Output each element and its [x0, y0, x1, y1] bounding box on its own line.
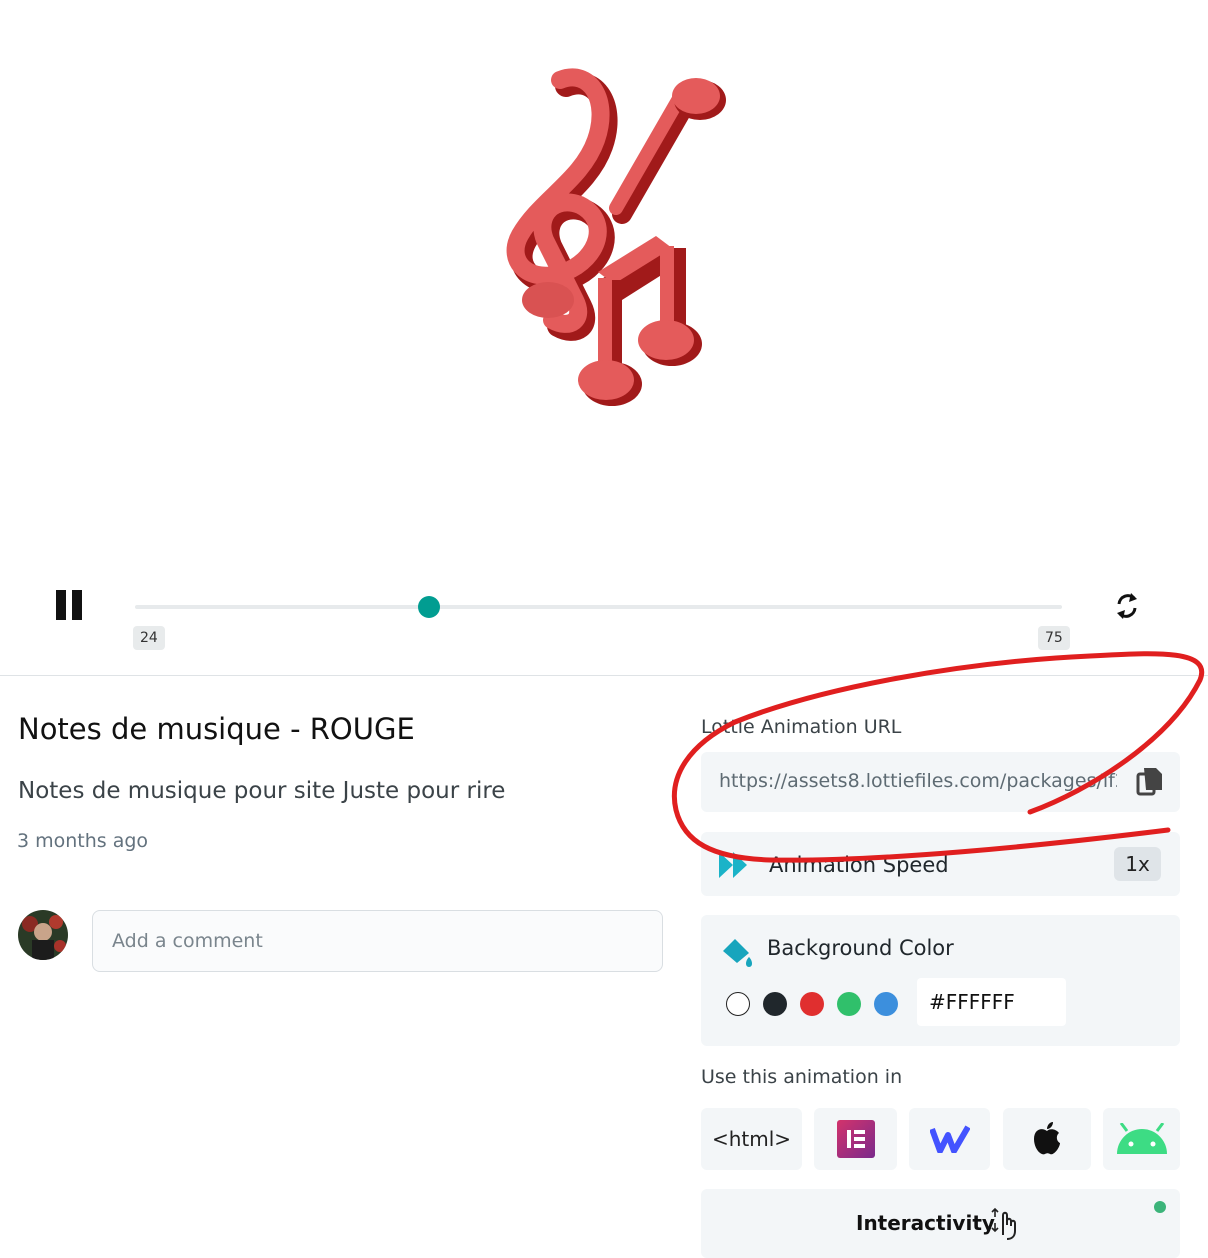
status-dot [1154, 1201, 1166, 1213]
comment-input[interactable] [92, 910, 663, 972]
copy-icon[interactable] [1136, 766, 1164, 798]
seek-slider[interactable] [135, 596, 1062, 618]
start-frame-badge: 24 [133, 626, 165, 650]
animation-description: Notes de musique pour site Juste pour ri… [18, 778, 506, 804]
webflow-icon [929, 1125, 970, 1153]
url-field[interactable]: https://assets8.lottiefiles.com/packages… [701, 752, 1180, 812]
html-label: <html> [711, 1127, 792, 1151]
swatch-white[interactable] [726, 992, 750, 1016]
url-text[interactable]: https://assets8.lottiefiles.com/packages… [719, 770, 1117, 792]
paint-bucket-icon [723, 939, 752, 967]
background-color-panel: Background Color [701, 915, 1180, 1046]
pause-button[interactable] [54, 588, 86, 622]
pause-icon [56, 590, 66, 620]
animation-canvas [0, 0, 1208, 560]
swatch-blue[interactable] [874, 992, 898, 1016]
interactivity-panel[interactable]: Interactivity [701, 1189, 1180, 1258]
android-icon [1116, 1123, 1167, 1154]
loop-icon [1117, 593, 1137, 619]
elementor-icon [836, 1120, 875, 1158]
hex-color-input[interactable] [917, 978, 1066, 1026]
seek-thumb[interactable] [417, 596, 440, 618]
swatch-dark[interactable] [763, 992, 787, 1016]
apple-icon [1034, 1122, 1060, 1155]
divider [0, 675, 1208, 676]
fast-forward-icon [719, 852, 747, 878]
swatch-green[interactable] [837, 992, 861, 1016]
end-frame-badge: 75 [1038, 626, 1070, 650]
music-notes-illustration [506, 68, 726, 406]
touch-gesture-icon [991, 1207, 1016, 1240]
apple-tile[interactable] [1003, 1108, 1091, 1170]
webflow-tile[interactable] [909, 1108, 990, 1170]
android-tile[interactable] [1103, 1108, 1180, 1170]
loop-toggle[interactable] [1113, 590, 1141, 622]
elementor-tile[interactable] [814, 1108, 897, 1170]
animation-speed-control[interactable]: Animation Speed 1x [701, 832, 1180, 896]
speed-value-button[interactable]: 1x [1114, 847, 1161, 881]
use-in-label: Use this animation in [701, 1066, 903, 1088]
interactivity-label: Interactivity [856, 1211, 995, 1235]
swatch-red[interactable] [800, 992, 824, 1016]
avatar[interactable] [18, 910, 68, 960]
url-label: Lottie Animation URL [701, 716, 902, 738]
html-tile[interactable]: <html> [701, 1108, 802, 1170]
speed-label: Animation Speed [769, 853, 949, 877]
background-color-label: Background Color [767, 936, 954, 960]
updated-time: 3 months ago [17, 830, 149, 852]
animation-title: Notes de musique - ROUGE [18, 712, 415, 746]
